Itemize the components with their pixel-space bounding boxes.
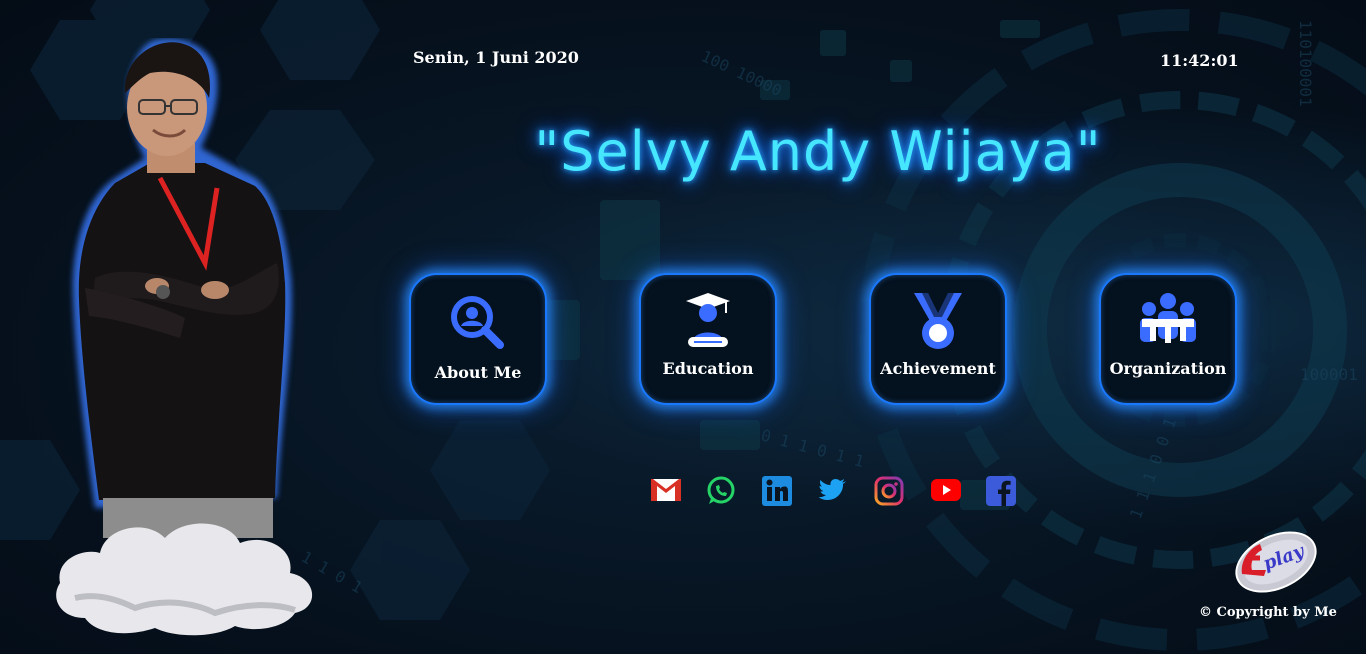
education-label: Education [662, 359, 754, 378]
social-links [650, 476, 1042, 506]
gmail-icon[interactable] [650, 476, 706, 506]
about-me-label: About Me [434, 363, 522, 382]
svg-text:0 1 1 0 1 1: 0 1 1 0 1 1 [759, 426, 866, 472]
svg-text:110100001: 110100001 [1296, 20, 1315, 107]
svg-text:100001: 100001 [1300, 365, 1358, 384]
facebook-icon[interactable] [986, 476, 1042, 506]
whatsapp-icon[interactable] [706, 476, 762, 506]
achievement-button[interactable]: Achievement [869, 273, 1007, 405]
page-title: "Selvy Andy Wijaya" [534, 120, 1102, 183]
instagram-icon[interactable] [874, 476, 930, 506]
search-user-icon [411, 291, 545, 353]
copyright-text: © Copyright by Me [1199, 605, 1337, 620]
team-icon [1101, 291, 1235, 353]
youtube-icon[interactable] [930, 476, 986, 506]
date-display: Senin, 1 Juni 2020 [413, 48, 579, 67]
clock-display: 11:42:01 [1160, 51, 1239, 70]
graduate-icon [641, 291, 775, 353]
svg-text:100 10000: 100 10000 [698, 46, 785, 100]
medal-icon [871, 291, 1005, 353]
linkedin-icon[interactable] [762, 476, 818, 506]
organization-label: Organization [1109, 359, 1227, 378]
twitter-icon[interactable] [818, 476, 874, 506]
achievement-label: Achievement [880, 359, 996, 378]
education-button[interactable]: Education [639, 273, 777, 405]
eplay-logo: play [1235, 531, 1317, 593]
svg-text:1 1 1 0 0 1: 1 1 1 0 0 1 [1126, 415, 1180, 521]
organization-button[interactable]: Organization [1099, 273, 1237, 405]
about-me-button[interactable]: About Me [409, 273, 547, 405]
